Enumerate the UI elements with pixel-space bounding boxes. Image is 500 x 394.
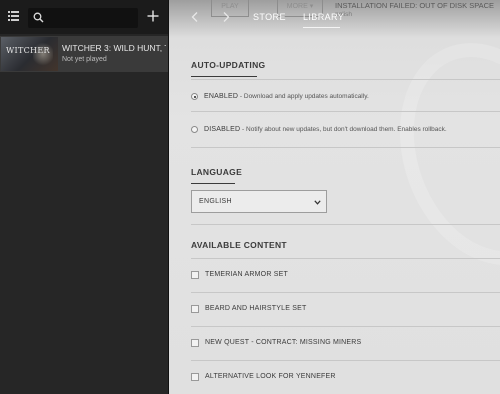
- available-content-heading: AVAILABLE CONTENT: [191, 240, 287, 250]
- auto-update-disabled-label[interactable]: DISABLED - Notify about new updates, but…: [204, 126, 447, 133]
- search-icon: [33, 12, 44, 23]
- dlc-label-beard-hairstyle[interactable]: BEARD AND HAIRSTYLE SET: [205, 305, 306, 312]
- option-divider: [191, 111, 500, 112]
- section-divider: [191, 258, 500, 259]
- list-divider: [191, 326, 500, 327]
- top-navigation: PLAY MORE ▾ INSTALLATION FAILED: OUT OF …: [169, 0, 500, 34]
- forward-arrow-icon[interactable]: [222, 12, 230, 22]
- list-view-icon[interactable]: [8, 11, 19, 21]
- language-select-value: ENGLISH: [199, 198, 232, 205]
- language-heading: LANGUAGE: [191, 167, 243, 177]
- list-divider: [191, 360, 500, 361]
- dlc-checkbox-missing-miners[interactable]: [191, 339, 199, 347]
- library-sidebar: WITCHER WITCHER 3: WILD HUNT, TH... Not …: [0, 0, 168, 394]
- search-input[interactable]: [28, 8, 138, 28]
- tab-library[interactable]: LIBRARY: [303, 12, 344, 22]
- option-name: DISABLED: [204, 126, 241, 133]
- game-play-status: Not yet played: [62, 56, 107, 63]
- language-select[interactable]: ENGLISH: [191, 190, 327, 213]
- cover-logo-text: WITCHER: [6, 46, 50, 55]
- library-toolbar: [0, 0, 168, 34]
- active-tab-indicator: [303, 27, 340, 28]
- option-description: - Download and apply updates automatical…: [238, 93, 369, 100]
- option-description: - Notify about new updates, but don't do…: [240, 126, 447, 133]
- library-game-item[interactable]: WITCHER WITCHER 3: WILD HUNT, TH... Not …: [0, 36, 168, 72]
- play-button-background: PLAY: [211, 0, 249, 17]
- dlc-label-temerian-armor[interactable]: TEMERIAN ARMOR SET: [205, 271, 288, 278]
- auto-updating-heading: AUTO-UPDATING: [191, 60, 266, 70]
- heading-underline: [191, 76, 257, 77]
- auto-update-disabled-radio[interactable]: [191, 126, 198, 133]
- dlc-checkbox-temerian-armor[interactable]: [191, 271, 199, 279]
- section-divider: [191, 224, 500, 225]
- game-cover-thumbnail: WITCHER: [1, 37, 58, 71]
- game-title: WITCHER 3: WILD HUNT, TH...: [62, 43, 166, 53]
- dlc-label-yennefer-look[interactable]: ALTERNATIVE LOOK FOR YENNEFER: [205, 373, 336, 380]
- dlc-label-missing-miners[interactable]: NEW QUEST - CONTRACT: MISSING MINERS: [205, 339, 361, 346]
- auto-update-enabled-label[interactable]: ENABLED - Download and apply updates aut…: [204, 93, 369, 100]
- background-emblem: [370, 18, 500, 290]
- back-arrow-icon[interactable]: [191, 12, 199, 22]
- section-divider: [191, 147, 500, 148]
- dlc-checkbox-yennefer-look[interactable]: [191, 373, 199, 381]
- install-error-text: INSTALLATION FAILED: OUT OF DISK SPACE: [335, 1, 495, 10]
- game-settings-panel: PLAY MORE ▾ INSTALLATION FAILED: OUT OF …: [169, 0, 500, 394]
- add-game-icon[interactable]: [147, 10, 159, 22]
- list-divider: [191, 292, 500, 293]
- tab-store[interactable]: STORE: [253, 12, 286, 22]
- auto-update-enabled-radio[interactable]: [191, 93, 198, 100]
- heading-underline: [191, 183, 235, 184]
- chevron-down-icon: [314, 200, 321, 205]
- option-name: ENABLED: [204, 93, 239, 100]
- dlc-checkbox-beard-hairstyle[interactable]: [191, 305, 199, 313]
- section-divider: [191, 79, 500, 80]
